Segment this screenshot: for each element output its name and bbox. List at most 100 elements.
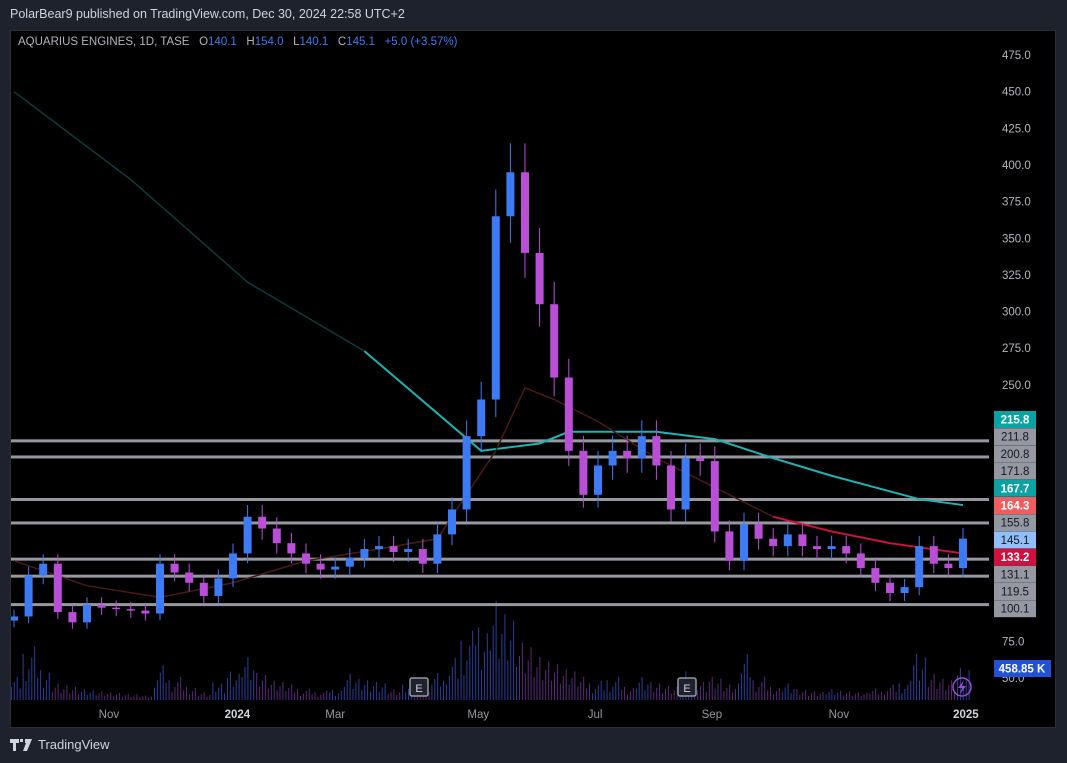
volume-bar (702, 682, 704, 700)
volume-bar (521, 642, 523, 700)
volume-bar (57, 683, 59, 700)
volume-bar (489, 650, 491, 700)
volume-bar (54, 687, 56, 700)
volume-bar (948, 685, 950, 700)
volume-bar (335, 695, 336, 700)
price-label: 200.8 (1001, 449, 1030, 461)
volume-bar (860, 696, 862, 700)
volume-bar (536, 667, 538, 700)
volume-bar (60, 693, 62, 700)
volume-bar (291, 684, 293, 700)
candle-body (783, 534, 792, 547)
volume-bar (866, 692, 868, 700)
price-label: 131.1 (1001, 569, 1030, 581)
volume-bar (75, 686, 77, 700)
volume-bar (95, 695, 97, 700)
volume-bar (375, 682, 377, 700)
volume-bar (11, 686, 12, 700)
candle-body (214, 578, 223, 596)
candle-body (185, 572, 194, 583)
y-tick-label: 275.0 (1002, 343, 1031, 355)
volume-bar (600, 680, 602, 700)
volume-bar (437, 673, 439, 700)
price-label: 119.5 (1001, 587, 1029, 599)
volume-bar (110, 692, 112, 700)
volume-bar (332, 690, 334, 700)
volume-bar (367, 680, 369, 700)
volume-bar (104, 696, 106, 700)
candle-body (667, 465, 675, 510)
candle-body (404, 549, 413, 552)
volume-bar (130, 696, 132, 700)
price-label: 133.2 (1001, 552, 1030, 564)
candle-body (871, 568, 880, 583)
volume-bar (927, 686, 929, 700)
volume-bar (448, 675, 450, 700)
volume-bar (72, 690, 74, 700)
volume-bar (498, 658, 500, 700)
volume-bar (279, 686, 281, 700)
candle-body (316, 563, 325, 570)
volume-bar (586, 688, 588, 700)
volume-bar (644, 690, 646, 700)
price-label: 215.8 (1001, 415, 1030, 427)
high-label: H (246, 36, 255, 48)
candle-body (842, 546, 851, 554)
volume-bar (472, 630, 474, 700)
volume-bar (635, 688, 637, 700)
volume-bar (889, 687, 891, 700)
volume-bar (98, 693, 100, 700)
volume-bar (124, 695, 126, 700)
volume-bar (723, 691, 725, 700)
volume-bar (154, 687, 155, 700)
volume-bar (743, 663, 745, 700)
volume-bar (559, 683, 561, 700)
volume-bar (317, 696, 319, 700)
volume-bar (66, 685, 68, 700)
volume-bar (746, 653, 748, 700)
volume-bar (667, 685, 669, 700)
y-tick-label: 75.0 (1002, 636, 1024, 648)
volume-bar (519, 656, 520, 700)
volume-bar (28, 669, 30, 700)
volume-bar (945, 690, 947, 700)
volume-bar (612, 686, 614, 700)
tradingview-footer[interactable]: TradingView (10, 737, 110, 752)
volume-bar (8, 692, 9, 700)
volume-bar (784, 687, 786, 700)
x-tick-label: May (467, 709, 489, 721)
volume-bar (148, 697, 150, 700)
volume-bar (951, 680, 953, 700)
volume-bar (726, 687, 728, 700)
candle-body (535, 252, 544, 305)
volume-bar (469, 645, 471, 700)
candle-body (156, 563, 164, 614)
volume-bar (705, 691, 707, 700)
tradingview-logo-icon (10, 738, 32, 751)
volume-bar (156, 680, 158, 700)
volume-bar (308, 688, 310, 700)
volume-bar (186, 686, 188, 700)
candle-body (433, 534, 442, 564)
volume-bar (262, 680, 263, 700)
open-label: O (199, 36, 209, 48)
candle-body (141, 610, 150, 614)
volume-bar (355, 682, 357, 700)
horizontal-level-line (11, 521, 989, 525)
volume-bar (632, 687, 634, 700)
volume-bar (881, 691, 882, 700)
candle-body (608, 450, 617, 466)
volume-bar (346, 680, 348, 700)
volume-bar (78, 694, 79, 700)
volume-bar (136, 694, 138, 700)
price-chart[interactable]: 475.0 450.0 425.0 400.0 375.0 350.0 325.0 300.0… (0, 0, 1067, 763)
volume-bar (215, 691, 217, 700)
candle-body (579, 450, 588, 495)
volume-bar (551, 680, 553, 700)
volume-bar (276, 690, 278, 700)
volume-bar (624, 686, 626, 700)
symbol-name: AQUARIUS ENGINES, 1D, TASE (18, 36, 190, 48)
volume-bar (171, 691, 173, 700)
volume-bar (589, 683, 590, 700)
volume-bar (592, 693, 593, 700)
